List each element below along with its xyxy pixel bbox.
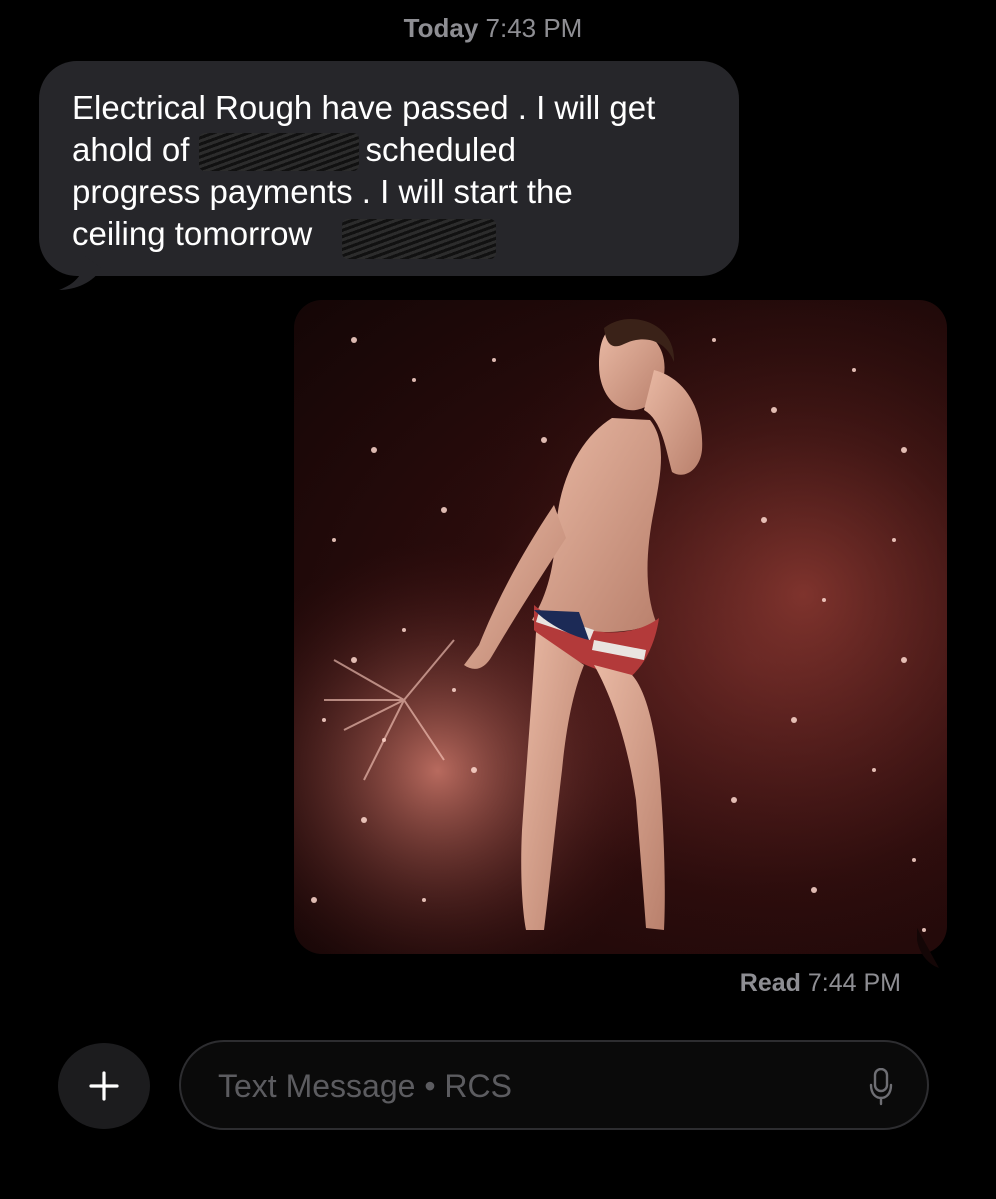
read-receipt: Read 7:44 PM bbox=[740, 965, 901, 1001]
media-image bbox=[294, 300, 947, 954]
plus-icon bbox=[89, 1071, 119, 1101]
conversation-timestamp: Today 7:43 PM bbox=[0, 10, 986, 46]
redaction-scribble bbox=[199, 133, 359, 171]
message-input-placeholder: Text Message • RCS bbox=[218, 1068, 512, 1104]
read-label: Read bbox=[739, 969, 801, 997]
add-attachment-button[interactable] bbox=[58, 1043, 150, 1129]
timestamp-time: 7:43 PM bbox=[485, 13, 583, 43]
message-input[interactable]: Text Message • RCS bbox=[179, 1040, 929, 1130]
outgoing-media-attachment[interactable] bbox=[294, 300, 947, 954]
incoming-message-bubble[interactable]: Electrical Rough have passed . I will ge… bbox=[39, 61, 739, 276]
read-time: 7:44 PM bbox=[807, 969, 901, 997]
microphone-icon[interactable] bbox=[869, 1068, 893, 1106]
redaction-scribble bbox=[342, 219, 496, 259]
bubble-tail bbox=[55, 256, 101, 290]
timestamp-day: Today bbox=[403, 13, 479, 43]
